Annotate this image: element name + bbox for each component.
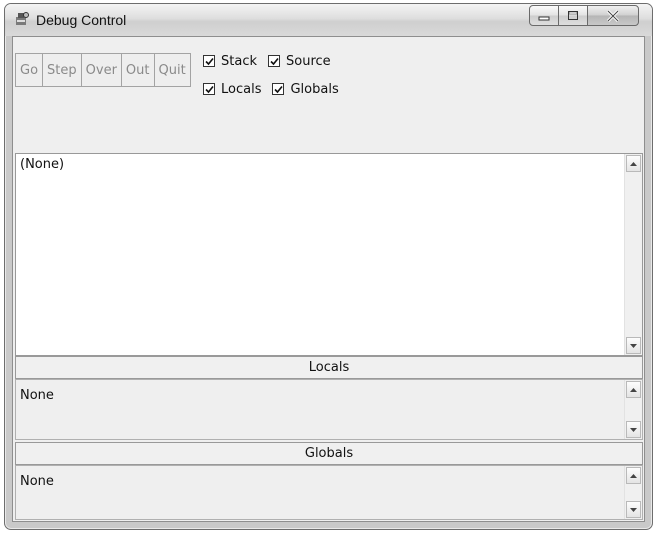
- stack-listbox[interactable]: (None): [15, 153, 643, 356]
- locals-checkbox-label: Locals: [221, 81, 262, 97]
- close-button[interactable]: [587, 5, 639, 26]
- locals-checkbox[interactable]: Locals: [203, 82, 261, 97]
- scroll-down-icon[interactable]: [626, 421, 641, 438]
- over-button[interactable]: Over: [80, 53, 122, 87]
- maximize-button[interactable]: [558, 5, 588, 26]
- checkmark-icon: [203, 55, 215, 67]
- maximize-icon: [567, 10, 579, 21]
- stack-text: (None): [20, 157, 65, 172]
- scroll-up-icon[interactable]: [626, 155, 641, 172]
- window-title: Debug Control: [36, 12, 127, 28]
- source-checkbox-label: Source: [286, 53, 331, 69]
- debug-app-icon: [14, 11, 30, 27]
- globals-text: None: [20, 474, 54, 489]
- checkmark-icon: [272, 83, 285, 95]
- debug-control-window: Debug Control Go Step Over Out Quit Stac…: [4, 3, 653, 530]
- stack-scrollbar[interactable]: [624, 154, 642, 355]
- stack-checkbox-label: Stack: [221, 53, 257, 69]
- out-button[interactable]: Out: [120, 53, 155, 87]
- title-bar[interactable]: Debug Control: [5, 4, 652, 36]
- source-checkbox[interactable]: Source: [268, 54, 331, 69]
- stack-checkbox[interactable]: Stack: [203, 54, 257, 69]
- view-options: Stack Source Locals Globals: [203, 47, 350, 103]
- globals-header: Globals: [15, 442, 643, 465]
- globals-checkbox[interactable]: Globals: [272, 81, 339, 97]
- step-button[interactable]: Step: [42, 53, 82, 87]
- close-icon: [606, 9, 620, 22]
- locals-header: Locals: [15, 356, 643, 379]
- debug-button-row: Go Step Over Out Quit: [15, 53, 191, 87]
- globals-panel[interactable]: None: [15, 465, 643, 520]
- locals-text: None: [20, 388, 54, 403]
- checkmark-icon: [268, 55, 280, 67]
- minimize-icon: [538, 11, 550, 21]
- globals-scrollbar[interactable]: [624, 466, 642, 519]
- debug-client-area: Go Step Over Out Quit Stack Source Local…: [12, 36, 645, 522]
- locals-scrollbar[interactable]: [624, 380, 642, 439]
- scroll-down-icon[interactable]: [626, 501, 641, 518]
- scroll-up-icon[interactable]: [626, 467, 641, 484]
- scroll-up-icon[interactable]: [626, 381, 641, 398]
- checkmark-icon: [203, 83, 215, 95]
- scroll-down-icon[interactable]: [626, 337, 641, 354]
- locals-panel[interactable]: None: [15, 379, 643, 440]
- minimize-button[interactable]: [529, 5, 559, 26]
- go-button[interactable]: Go: [15, 53, 44, 87]
- globals-checkbox-label: Globals: [290, 81, 339, 97]
- quit-button[interactable]: Quit: [153, 53, 191, 87]
